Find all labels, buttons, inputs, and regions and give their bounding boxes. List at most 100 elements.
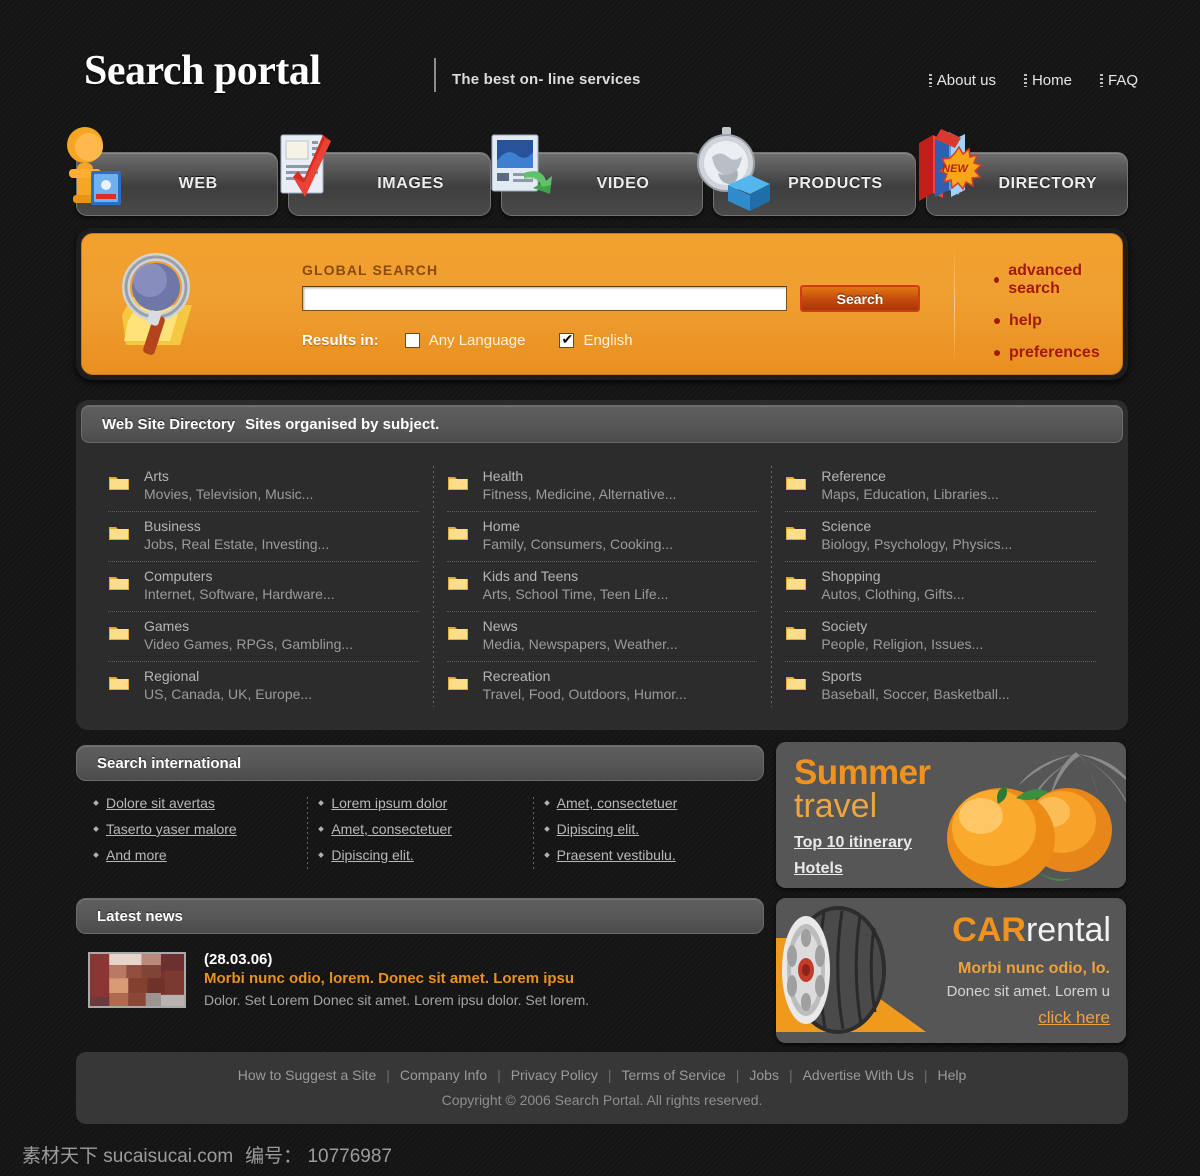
category-name: Reference [821, 468, 886, 484]
search-international-panel: Search international Dolore sit avertas … [76, 745, 764, 885]
tab-web[interactable]: WEB [67, 127, 279, 216]
bullet-icon [994, 350, 1000, 356]
list-item[interactable]: Regional US, Canada, UK, Europe... [108, 661, 419, 711]
international-column-2: Lorem ipsum dolor Amet, consectetuer Dip… [307, 795, 532, 873]
list-item[interactable]: Health Fitness, Medicine, Alternative... [447, 462, 758, 511]
international-link[interactable]: Praesent vestibulu. [557, 847, 676, 863]
preferences-link[interactable]: preferences [994, 344, 1122, 362]
news-headline[interactable]: Morbi nunc odio, lorem. Donec sit amet. … [204, 968, 589, 990]
list-item[interactable]: Kids and Teens Arts, School Time, Teen L… [446, 561, 758, 611]
travel-link-hotels[interactable]: Hotels [794, 860, 843, 878]
footer-link-terms-of-service[interactable]: Terms of Service [611, 1067, 735, 1083]
bullet-icon [994, 277, 1000, 283]
category-desc: Baseball, Soccer, Basketball... [821, 686, 1010, 702]
footer-link-suggest-site[interactable]: How to Suggest a Site [228, 1067, 387, 1083]
search-button[interactable]: Search [800, 285, 920, 312]
tab-directory[interactable]: NEW DIRECTORY [918, 129, 1129, 216]
footer-link-privacy-policy[interactable]: Privacy Policy [501, 1067, 608, 1083]
list-item: Dipiscing elit. [318, 847, 520, 863]
folder-icon [447, 677, 468, 690]
watermark-site: 素材天下 sucaisucai.com [22, 1145, 234, 1167]
international-link[interactable]: Taserto yaser malore [106, 821, 237, 837]
bullet-icon [318, 852, 325, 858]
link-label: advanced search [1008, 262, 1083, 297]
directory-subtitle: Sites organised by subject. [245, 415, 440, 433]
list-item[interactable]: Business Jobs, Real Estate, Investing... [108, 511, 419, 561]
footer-link-company-info[interactable]: Company Info [390, 1067, 497, 1083]
list-item[interactable]: Computers Internet, Software, Hardware..… [108, 561, 419, 611]
folder-icon [109, 627, 129, 640]
svg-text:NEW: NEW [942, 163, 969, 175]
international-link[interactable]: Amet, consectetuer [331, 821, 452, 837]
help-link[interactable]: help [994, 312, 1122, 330]
list-item[interactable]: Science Biology, Psychology, Physics... [785, 511, 1097, 561]
top-nav-label: FAQ [1107, 72, 1138, 89]
folder-icon [786, 627, 807, 640]
international-link[interactable]: Dolore sit avertas [106, 795, 215, 811]
list-item[interactable]: Home Family, Consumers, Cooking... [446, 511, 758, 561]
international-link[interactable]: Lorem ipsum dolor [331, 795, 447, 811]
list-item[interactable]: Recreation Travel, Food, Outdoors, Humor… [446, 661, 758, 711]
top-nav-about-us[interactable]: About us [928, 72, 996, 89]
top-nav-home[interactable]: Home [1023, 72, 1072, 89]
international-link[interactable]: Amet, consectetuer [557, 795, 678, 811]
bullet-icon [93, 800, 99, 806]
site-tagline: The best on- line services [452, 71, 641, 88]
category-name: Shopping [821, 568, 881, 584]
list-item: Taserto yaser malore [93, 821, 295, 837]
tab-video[interactable]: VIDEO [491, 134, 704, 216]
folder-icon [447, 627, 468, 640]
list-item: Dolore sit avertas [93, 795, 295, 811]
footer-links: How to Suggest a Site | Company Info | P… [76, 1052, 1128, 1083]
category-name: Computers [144, 568, 213, 584]
international-link[interactable]: Dipiscing elit. [331, 847, 413, 863]
dots-bullet-icon [1099, 74, 1103, 87]
advanced-search-link[interactable]: advanced search [994, 262, 1122, 298]
list-item[interactable]: Sports Baseball, Soccer, Basketball... [785, 661, 1097, 711]
top-nav-faq[interactable]: FAQ [1099, 72, 1138, 89]
category-name: Science [821, 518, 872, 534]
footer-link-advertise[interactable]: Advertise With Us [793, 1067, 924, 1083]
category-name: Business [144, 518, 201, 534]
car-rental-banner[interactable]: CARrental Morbi nunc odio, lo. Donec sit… [776, 898, 1126, 1043]
search-panel-divider [954, 246, 955, 366]
any-language-checkbox[interactable] [404, 333, 420, 348]
car-click-here-link[interactable]: click here [1038, 1008, 1110, 1028]
car-banner-line-2: Donec sit amet. Lorem u [946, 983, 1110, 1000]
news-thumbnail-image[interactable] [88, 952, 186, 1008]
dots-bullet-icon [1023, 74, 1027, 87]
category-desc: Biology, Psychology, Physics... [821, 536, 1013, 552]
folder-icon [109, 527, 129, 540]
category-desc: Media, Newspapers, Weather... [482, 636, 678, 652]
tab-label: VIDEO [596, 175, 650, 192]
footer-link-help[interactable]: Help [927, 1067, 976, 1083]
category-name: News [482, 618, 518, 634]
tab-images[interactable]: IMAGES [280, 134, 491, 216]
international-column-1: Dolore sit avertas Taserto yaser malore … [82, 795, 307, 873]
list-item[interactable]: Reference Maps, Education, Libraries... [785, 462, 1096, 511]
category-desc: US, Canada, UK, Europe... [144, 686, 313, 702]
category-name: Health [482, 468, 524, 484]
news-text: Dolor. Set Lorem Donec sit amet. Lorem i… [204, 992, 590, 1008]
international-link[interactable]: Dipiscing elit. [557, 821, 639, 837]
list-item[interactable]: News Media, Newspapers, Weather... [446, 611, 758, 661]
folder-icon [447, 527, 468, 540]
international-link[interactable]: And more [106, 847, 167, 863]
list-item[interactable]: Games Video Games, RPGs, Gambling... [108, 611, 419, 661]
footer-link-jobs[interactable]: Jobs [739, 1067, 789, 1083]
search-input[interactable] [302, 286, 787, 311]
english-checkbox[interactable] [559, 331, 575, 348]
travel-link-itinerary[interactable]: Top 10 itinerary [794, 834, 912, 852]
tab-label: WEB [178, 175, 218, 192]
list-item[interactable]: Shopping Autos, Clothing, Gifts... [785, 561, 1097, 611]
global-search-container: GLOBAL SEARCH Search Results in: Any Lan… [76, 228, 1128, 380]
list-item[interactable]: Arts Movies, Television, Music... [108, 462, 419, 511]
global-search-panel: GLOBAL SEARCH Search Results in: Any Lan… [81, 233, 1123, 375]
category-desc: Family, Consumers, Cooking... [482, 536, 674, 552]
directory-column-1: Arts Movies, Television, Music... Busine… [94, 462, 433, 711]
list-item[interactable]: Society People, Religion, Issues... [785, 611, 1097, 661]
bullet-icon [93, 826, 99, 832]
tab-products[interactable]: PRODUCTS [697, 127, 916, 216]
summer-travel-banner[interactable]: Summer travel Top 10 itinerary Hotels [776, 742, 1126, 888]
web-site-directory-panel: Web Site Directory Sites organised by su… [76, 400, 1128, 730]
